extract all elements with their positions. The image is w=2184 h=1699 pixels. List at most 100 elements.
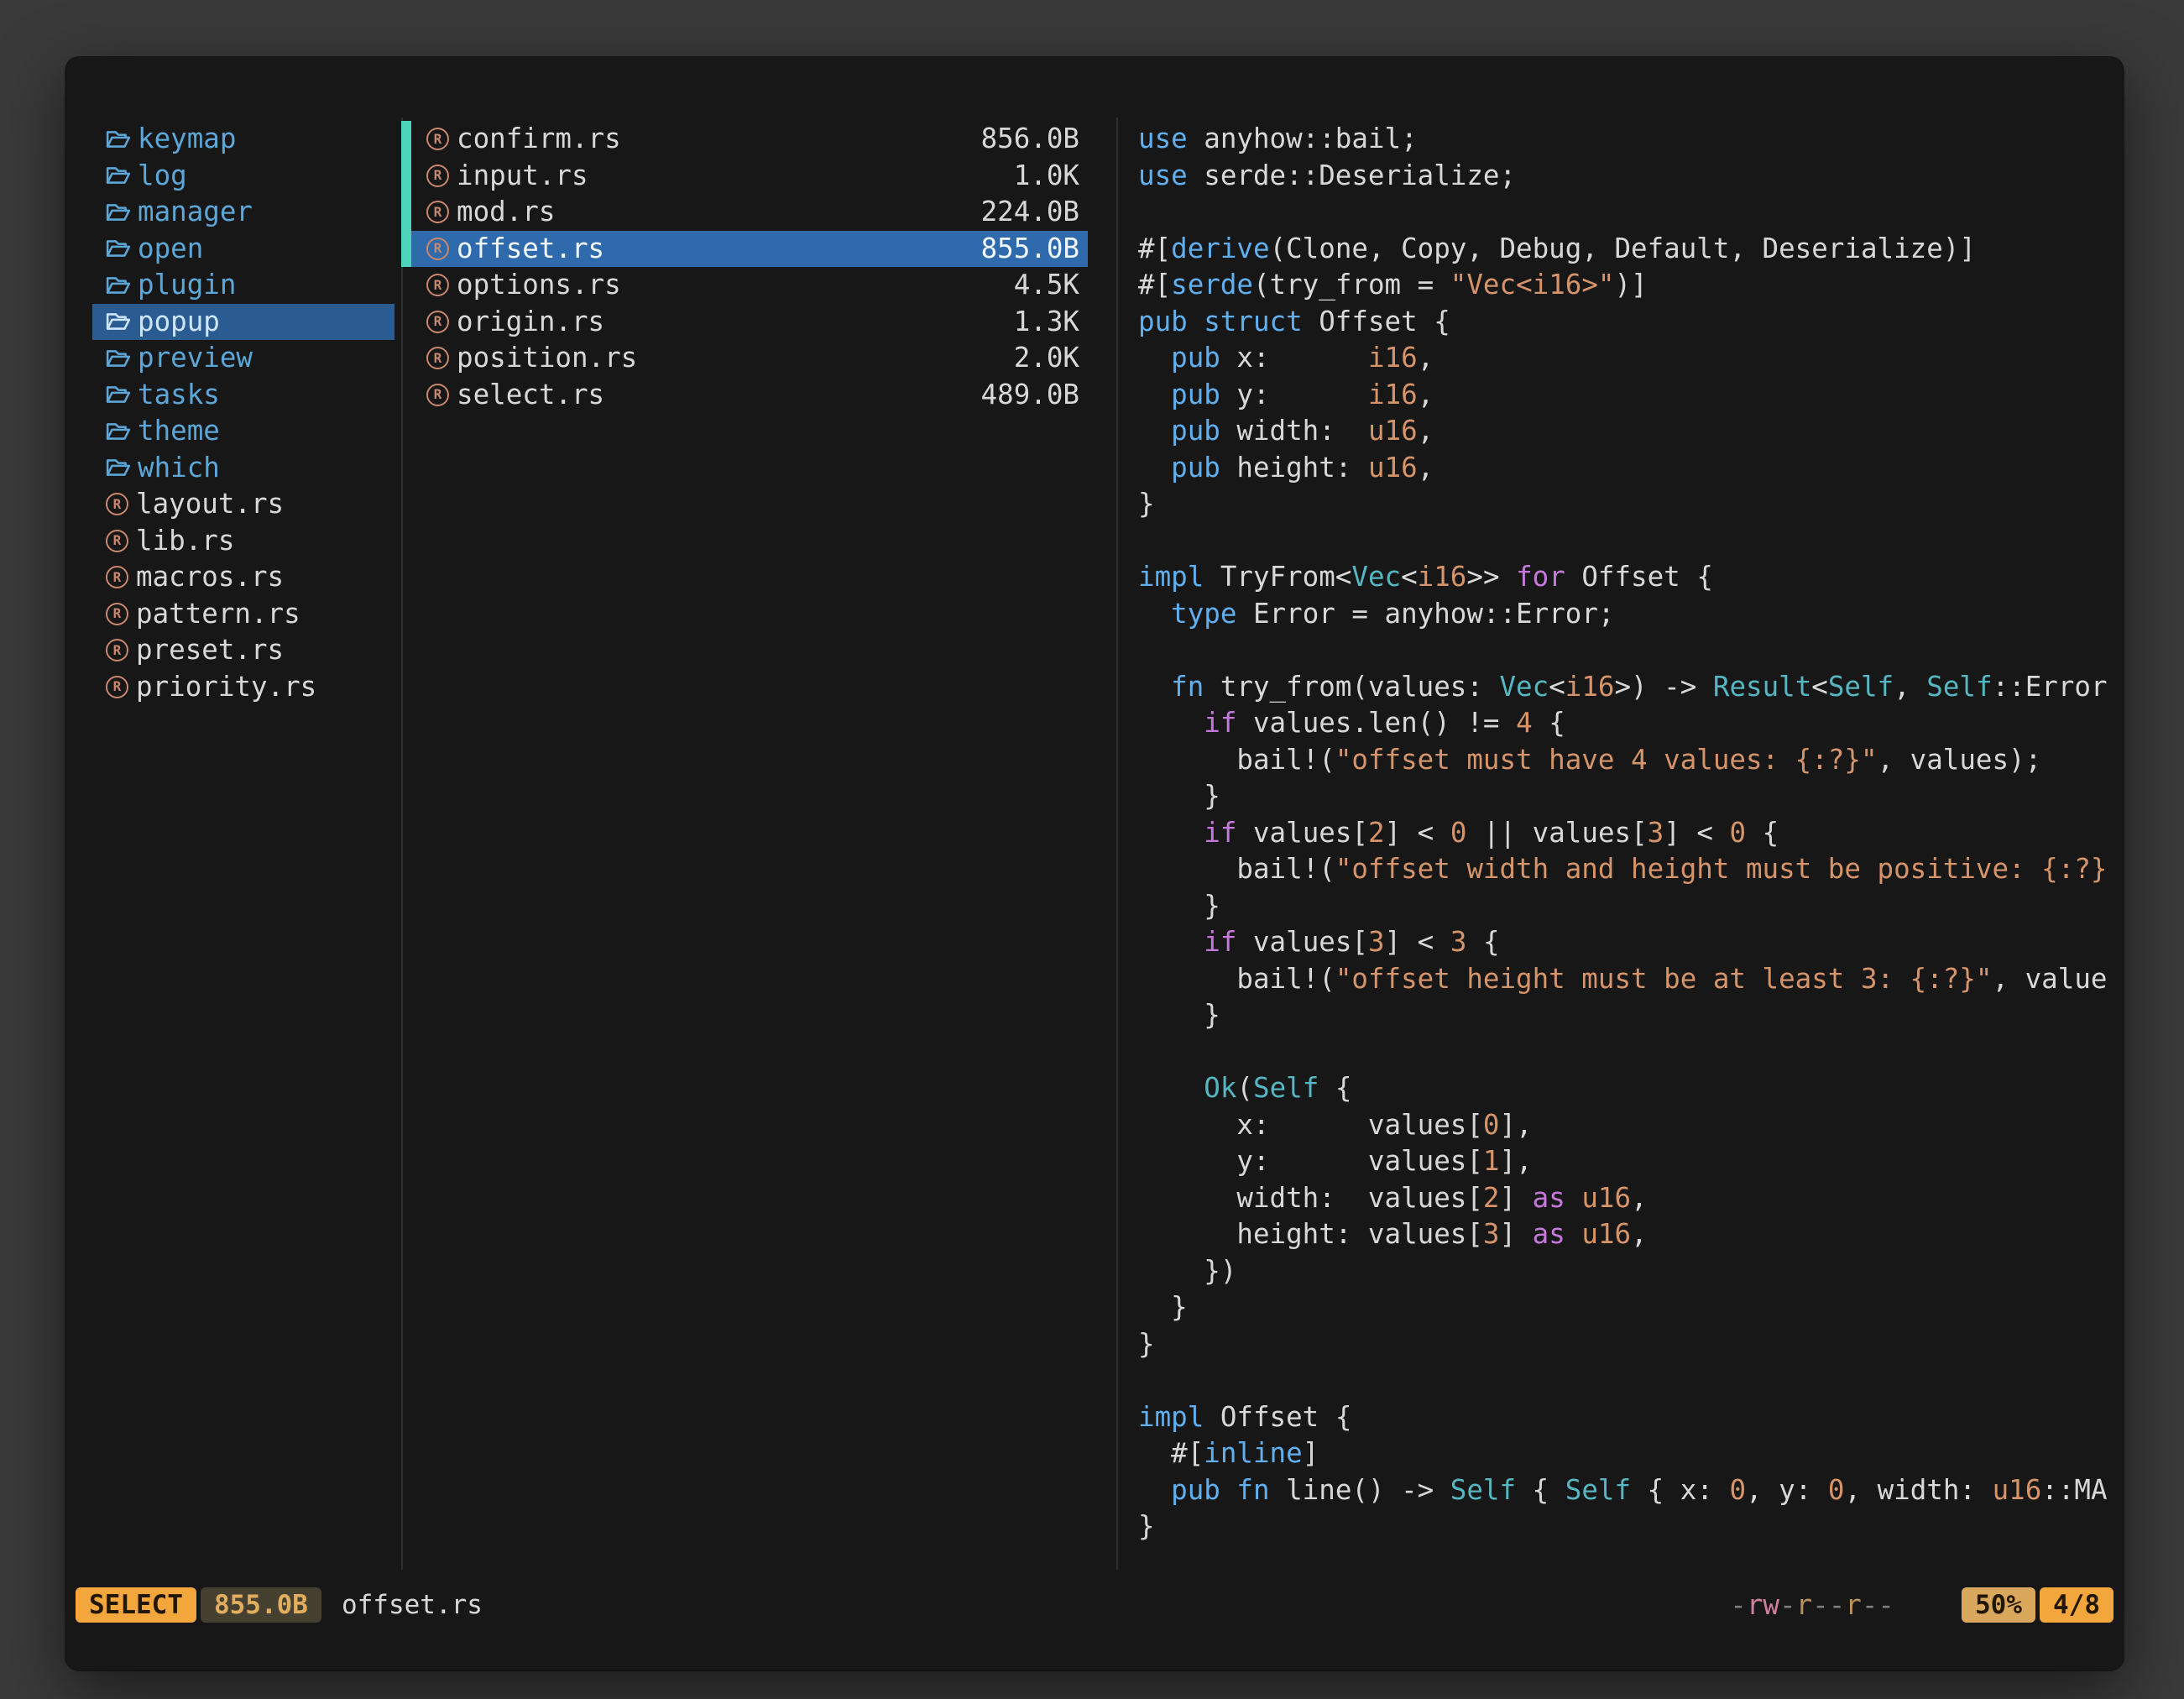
file-row-content: Rconfirm.rs856.0B bbox=[411, 121, 1088, 158]
parent-item-open[interactable]: open bbox=[92, 231, 394, 268]
file-row-content: Rposition.rs2.0K bbox=[411, 340, 1088, 377]
rust-file-icon: R bbox=[426, 311, 449, 333]
code-line: x: values[0], bbox=[1138, 1107, 2120, 1144]
selection-mark bbox=[401, 267, 411, 304]
file-row-options-rs[interactable]: Roptions.rs 4.5K bbox=[401, 267, 1088, 304]
code-line: use serde::Deserialize; bbox=[1138, 158, 2120, 195]
parent-item-macros-rs[interactable]: Rmacros.rs bbox=[92, 559, 394, 596]
file-row-select-rs[interactable]: Rselect.rs489.0B bbox=[401, 377, 1088, 414]
code-line: pub width: u16, bbox=[1138, 413, 2120, 450]
code-line: pub height: u16, bbox=[1138, 450, 2120, 487]
file-row-mod-rs[interactable]: Rmod.rs224.0B bbox=[401, 194, 1088, 231]
file-row-input-rs[interactable]: Rinput.rs1.0K bbox=[401, 158, 1088, 195]
parent-item-keymap[interactable]: keymap bbox=[92, 121, 394, 158]
parent-item-label: which bbox=[138, 450, 220, 487]
file-name: origin.rs bbox=[457, 304, 604, 341]
rust-file-icon: R bbox=[426, 274, 449, 296]
parent-item-manager[interactable]: manager bbox=[92, 194, 394, 231]
file-size: 2.0K bbox=[1014, 340, 1079, 377]
file-row-position-rs[interactable]: Rposition.rs2.0K bbox=[401, 340, 1088, 377]
code-line: } bbox=[1138, 778, 2120, 815]
selection-mark bbox=[401, 158, 411, 195]
code-line: } bbox=[1138, 997, 2120, 1034]
file-row-origin-rs[interactable]: Rorigin.rs 1.3K bbox=[401, 304, 1088, 341]
code-line: } bbox=[1138, 486, 2120, 523]
status-right-group: -rw-r--r-- 50% 4/8 bbox=[1730, 1587, 2113, 1623]
parent-directory-pane[interactable]: keymaplogmanageropenpluginpopuppreviewta… bbox=[92, 121, 394, 1581]
file-name: position.rs bbox=[457, 340, 637, 377]
code-line: if values[2] < 0 || values[3] < 0 { bbox=[1138, 815, 2120, 852]
parent-item-which[interactable]: which bbox=[92, 450, 394, 487]
rust-file-icon: R bbox=[426, 128, 449, 150]
rust-file-icon: R bbox=[106, 639, 128, 661]
code-line: y: values[1], bbox=[1138, 1143, 2120, 1180]
file-name: options.rs bbox=[457, 267, 621, 304]
code-line: #[inline] bbox=[1138, 1435, 2120, 1472]
code-line: type Error = anyhow::Error; bbox=[1138, 596, 2120, 633]
rust-file-icon: R bbox=[106, 676, 128, 698]
parent-item-plugin[interactable]: plugin bbox=[92, 267, 394, 304]
parent-item-preset-rs[interactable]: Rpreset.rs bbox=[92, 632, 394, 669]
rust-file-icon: R bbox=[426, 201, 449, 223]
file-row-content: Roffset.rs855.0B bbox=[411, 231, 1088, 268]
folder-open-icon bbox=[106, 201, 131, 223]
file-name: confirm.rs bbox=[457, 121, 621, 158]
selection-mark bbox=[401, 377, 411, 414]
code-line: fn try_from(values: Vec<i16>) -> Result<… bbox=[1138, 669, 2120, 706]
scroll-percent-badge: 50% bbox=[1962, 1587, 2035, 1623]
code-line: height: values[3] as u16, bbox=[1138, 1216, 2120, 1253]
parent-item-label: open bbox=[138, 231, 203, 268]
code-line: #[serde(try_from = "Vec<i16>")] bbox=[1138, 267, 2120, 304]
status-bar: SELECT 855.0B offset.rs -rw-r--r-- 50% 4… bbox=[76, 1587, 2113, 1623]
code-line: pub struct Offset { bbox=[1138, 304, 2120, 341]
parent-item-label: priority.rs bbox=[136, 669, 316, 706]
code-line: pub y: i16, bbox=[1138, 377, 2120, 414]
code-line bbox=[1138, 1362, 2120, 1399]
file-size: 1.3K bbox=[1014, 304, 1079, 341]
parent-item-layout-rs[interactable]: Rlayout.rs bbox=[92, 486, 394, 523]
file-name: input.rs bbox=[457, 158, 588, 195]
code-line: width: values[2] as u16, bbox=[1138, 1180, 2120, 1217]
code-line: if values[3] < 3 { bbox=[1138, 924, 2120, 961]
current-directory-pane[interactable]: Rconfirm.rs856.0BRinput.rs1.0KRmod.rs224… bbox=[401, 121, 1088, 1581]
code-line: if values.len() != 4 { bbox=[1138, 705, 2120, 742]
rust-file-icon: R bbox=[106, 603, 128, 625]
file-row-confirm-rs[interactable]: Rconfirm.rs856.0B bbox=[401, 121, 1088, 158]
parent-item-lib-rs[interactable]: Rlib.rs bbox=[92, 523, 394, 560]
code-line: } bbox=[1138, 1508, 2120, 1545]
parent-item-label: manager bbox=[138, 194, 253, 231]
parent-item-pattern-rs[interactable]: Rpattern.rs bbox=[92, 596, 394, 633]
code-line: }) bbox=[1138, 1253, 2120, 1290]
parent-item-label: popup bbox=[138, 304, 220, 341]
file-row-content: Rinput.rs1.0K bbox=[411, 158, 1088, 195]
parent-item-popup[interactable]: popup bbox=[92, 304, 394, 341]
file-row-offset-rs[interactable]: Roffset.rs855.0B bbox=[401, 231, 1088, 268]
file-permissions: -rw-r--r-- bbox=[1730, 1589, 1894, 1621]
selection-mark bbox=[401, 304, 411, 341]
file-name: select.rs bbox=[457, 377, 604, 414]
file-size: 855.0B bbox=[981, 231, 1079, 268]
parent-item-priority-rs[interactable]: Rpriority.rs bbox=[92, 669, 394, 706]
parent-item-tasks[interactable]: tasks bbox=[92, 377, 394, 414]
code-line: bail!("offset height must be at least 3:… bbox=[1138, 961, 2120, 998]
file-preview-pane[interactable]: use anyhow::bail;use serde::Deserialize;… bbox=[1138, 121, 2120, 1581]
parent-item-label: tasks bbox=[138, 377, 220, 414]
code-line: } bbox=[1138, 1326, 2120, 1363]
parent-item-label: preset.rs bbox=[136, 632, 284, 669]
parent-item-preview[interactable]: preview bbox=[92, 340, 394, 377]
rust-file-icon: R bbox=[106, 493, 128, 515]
folder-open-icon bbox=[106, 274, 131, 296]
pane-divider-right bbox=[1116, 118, 1118, 1570]
rust-file-icon: R bbox=[426, 238, 449, 260]
folder-open-icon bbox=[106, 347, 131, 369]
code-line: impl TryFrom<Vec<i16>> for Offset { bbox=[1138, 559, 2120, 596]
file-row-content: Rmod.rs224.0B bbox=[411, 194, 1088, 231]
parent-item-log[interactable]: log bbox=[92, 158, 394, 195]
file-size: 489.0B bbox=[981, 377, 1079, 414]
folder-open-icon bbox=[106, 128, 131, 150]
selection-mark bbox=[401, 121, 411, 158]
code-line: impl Offset { bbox=[1138, 1399, 2120, 1436]
file-size: 4.5K bbox=[1014, 267, 1079, 304]
code-line: pub fn line() -> Self { Self { x: 0, y: … bbox=[1138, 1472, 2120, 1509]
parent-item-theme[interactable]: theme bbox=[92, 413, 394, 450]
